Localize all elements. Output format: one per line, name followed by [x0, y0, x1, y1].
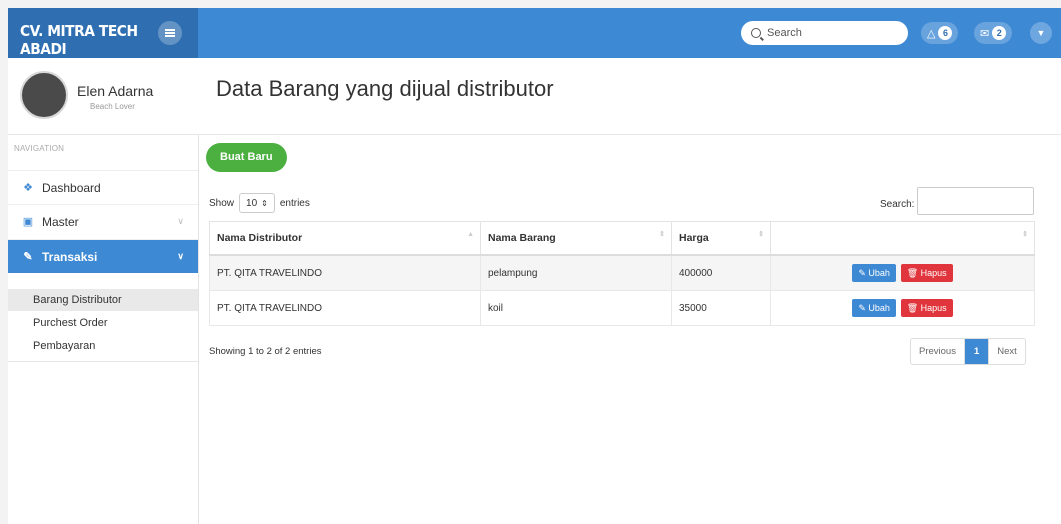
- cell-nama-barang: pelampung: [480, 254, 672, 291]
- chevron-down-icon: ▼: [1036, 28, 1046, 38]
- cell-nama-distributor: PT. QITA TRAVELINDO: [209, 290, 481, 326]
- sort-asc-icon: ▲: [467, 231, 474, 238]
- edit-button[interactable]: ✎ Ubah: [852, 299, 896, 317]
- cell-harga: 35000: [671, 290, 771, 326]
- notifications-button[interactable]: △ 6: [921, 22, 959, 44]
- column-header-nama-barang[interactable]: Nama Barang ⇕: [480, 221, 672, 256]
- delete-button[interactable]: 🗑 Hapus: [900, 299, 953, 317]
- edit-icon: ✎: [858, 303, 869, 313]
- table-row: PT. QITA TRAVELINDO koil 35000 ✎ Ubah 🗑 …: [209, 290, 1035, 326]
- trash-icon: 🗑: [906, 303, 921, 313]
- global-search[interactable]: [741, 21, 908, 45]
- top-navbar: CV. MITRA TECH ABADI △ 6 ✉ 2 ▼: [8, 8, 1061, 58]
- messages-button[interactable]: ✉ 2: [974, 22, 1013, 44]
- sidebar-item-label: Dashboard: [42, 180, 101, 195]
- edit-label: Ubah: [868, 268, 890, 278]
- table-header-row: Nama Distributor ▲ Nama Barang ⇕ Harga ⇕…: [209, 221, 1035, 256]
- edit-icon: ✎: [23, 251, 33, 263]
- chevron-down-icon: ∨: [177, 251, 184, 261]
- column-header-nama-distributor[interactable]: Nama Distributor ▲: [209, 221, 481, 256]
- user-menu-button[interactable]: ▼: [1030, 22, 1052, 44]
- edit-label: Ubah: [868, 303, 890, 313]
- user-subtitle: Beach Lover: [90, 102, 135, 111]
- briefcase-icon: ▣: [22, 216, 34, 228]
- pagination-next[interactable]: Next: [988, 339, 1025, 364]
- avatar[interactable]: [20, 71, 68, 119]
- table-info: Showing 1 to 2 of 2 entries: [209, 346, 322, 357]
- delete-label: Hapus: [920, 268, 947, 278]
- envelope-icon: ✉: [980, 27, 990, 40]
- user-name: Elen Adarna: [77, 83, 154, 99]
- entries-label: entries: [279, 197, 310, 209]
- global-search-input[interactable]: [767, 27, 897, 39]
- sidebar-item-dashboard[interactable]: ❖ Dashboard: [8, 170, 198, 204]
- cell-actions: ✎ Ubah 🗑 Hapus: [770, 290, 1035, 326]
- sort-both-icon: ⇕: [758, 231, 764, 238]
- show-label: Show: [209, 197, 235, 209]
- data-table: Nama Distributor ▲ Nama Barang ⇕ Harga ⇕…: [209, 221, 1035, 326]
- sidebar-divider: [8, 361, 198, 362]
- pagination-previous[interactable]: Previous: [911, 339, 965, 364]
- user-panel: Elen Adarna Beach Lover: [8, 58, 198, 135]
- chevron-down-icon: ∨: [177, 216, 184, 226]
- nav-section-header: NAVIGATION: [14, 144, 65, 153]
- column-header-label: Nama Barang: [488, 232, 556, 244]
- sidebar: Elen Adarna Beach Lover NAVIGATION ❖ Das…: [8, 58, 199, 524]
- cell-nama-barang: koil: [480, 290, 672, 326]
- sort-both-icon: ⇕: [659, 231, 665, 238]
- home-icon: ❖: [23, 182, 33, 194]
- edit-button[interactable]: ✎ Ubah: [852, 264, 896, 282]
- sort-updown-icon: ⇕: [261, 198, 268, 208]
- table-search-input[interactable]: [917, 187, 1034, 215]
- bell-icon: △: [927, 27, 936, 40]
- sidebar-item-transaksi[interactable]: ✎ Transaksi ∨: [8, 239, 198, 273]
- trash-icon: 🗑: [906, 268, 921, 278]
- sidebar-item-label: Transaksi: [42, 249, 98, 264]
- edit-icon: ✎: [858, 268, 869, 278]
- create-new-button[interactable]: Buat Baru: [206, 143, 287, 172]
- cell-nama-distributor: PT. QITA TRAVELINDO: [209, 254, 481, 291]
- messages-badge: 2: [992, 26, 1007, 40]
- delete-button[interactable]: 🗑 Hapus: [900, 264, 953, 282]
- cell-harga: 400000: [671, 254, 771, 291]
- brand-area: CV. MITRA TECH ABADI: [8, 8, 198, 58]
- table-search-label: Search:: [880, 199, 915, 210]
- content-header: Data Barang yang dijual distributor: [198, 58, 1061, 135]
- entries-select-value: 10: [246, 197, 258, 209]
- sidebar-subitem-purchest-order[interactable]: Purchest Order: [8, 312, 198, 334]
- sidebar-subitem-barang-distributor[interactable]: Barang Distributor: [8, 289, 198, 311]
- menu-toggle-button[interactable]: [158, 21, 182, 45]
- sidebar-subitem-pembayaran[interactable]: Pembayaran: [8, 335, 198, 357]
- pagination-page-1[interactable]: 1: [964, 339, 989, 364]
- entries-select[interactable]: 10 ⇕: [239, 193, 275, 213]
- pagination: Previous 1 Next: [910, 338, 1026, 365]
- hamburger-icon: [165, 29, 175, 37]
- sidebar-item-label: Master: [42, 214, 79, 229]
- table-row: PT. QITA TRAVELINDO pelampung 400000 ✎ U…: [209, 254, 1035, 291]
- page-title: Data Barang yang dijual distributor: [216, 76, 554, 101]
- sort-both-icon: ⇕: [1022, 231, 1028, 238]
- column-header-harga[interactable]: Harga ⇕: [671, 221, 771, 256]
- notifications-badge: 6: [938, 26, 953, 40]
- column-header-label: Harga: [679, 232, 709, 244]
- delete-label: Hapus: [920, 303, 947, 313]
- search-icon: [751, 28, 761, 38]
- column-header-label: Nama Distributor: [217, 232, 303, 244]
- column-header-actions[interactable]: ⇕: [770, 221, 1035, 256]
- cell-actions: ✎ Ubah 🗑 Hapus: [770, 254, 1035, 291]
- sidebar-item-master[interactable]: ▣ Master ∨: [8, 204, 198, 238]
- entries-length-control: Show 10 ⇕ entries: [209, 193, 310, 213]
